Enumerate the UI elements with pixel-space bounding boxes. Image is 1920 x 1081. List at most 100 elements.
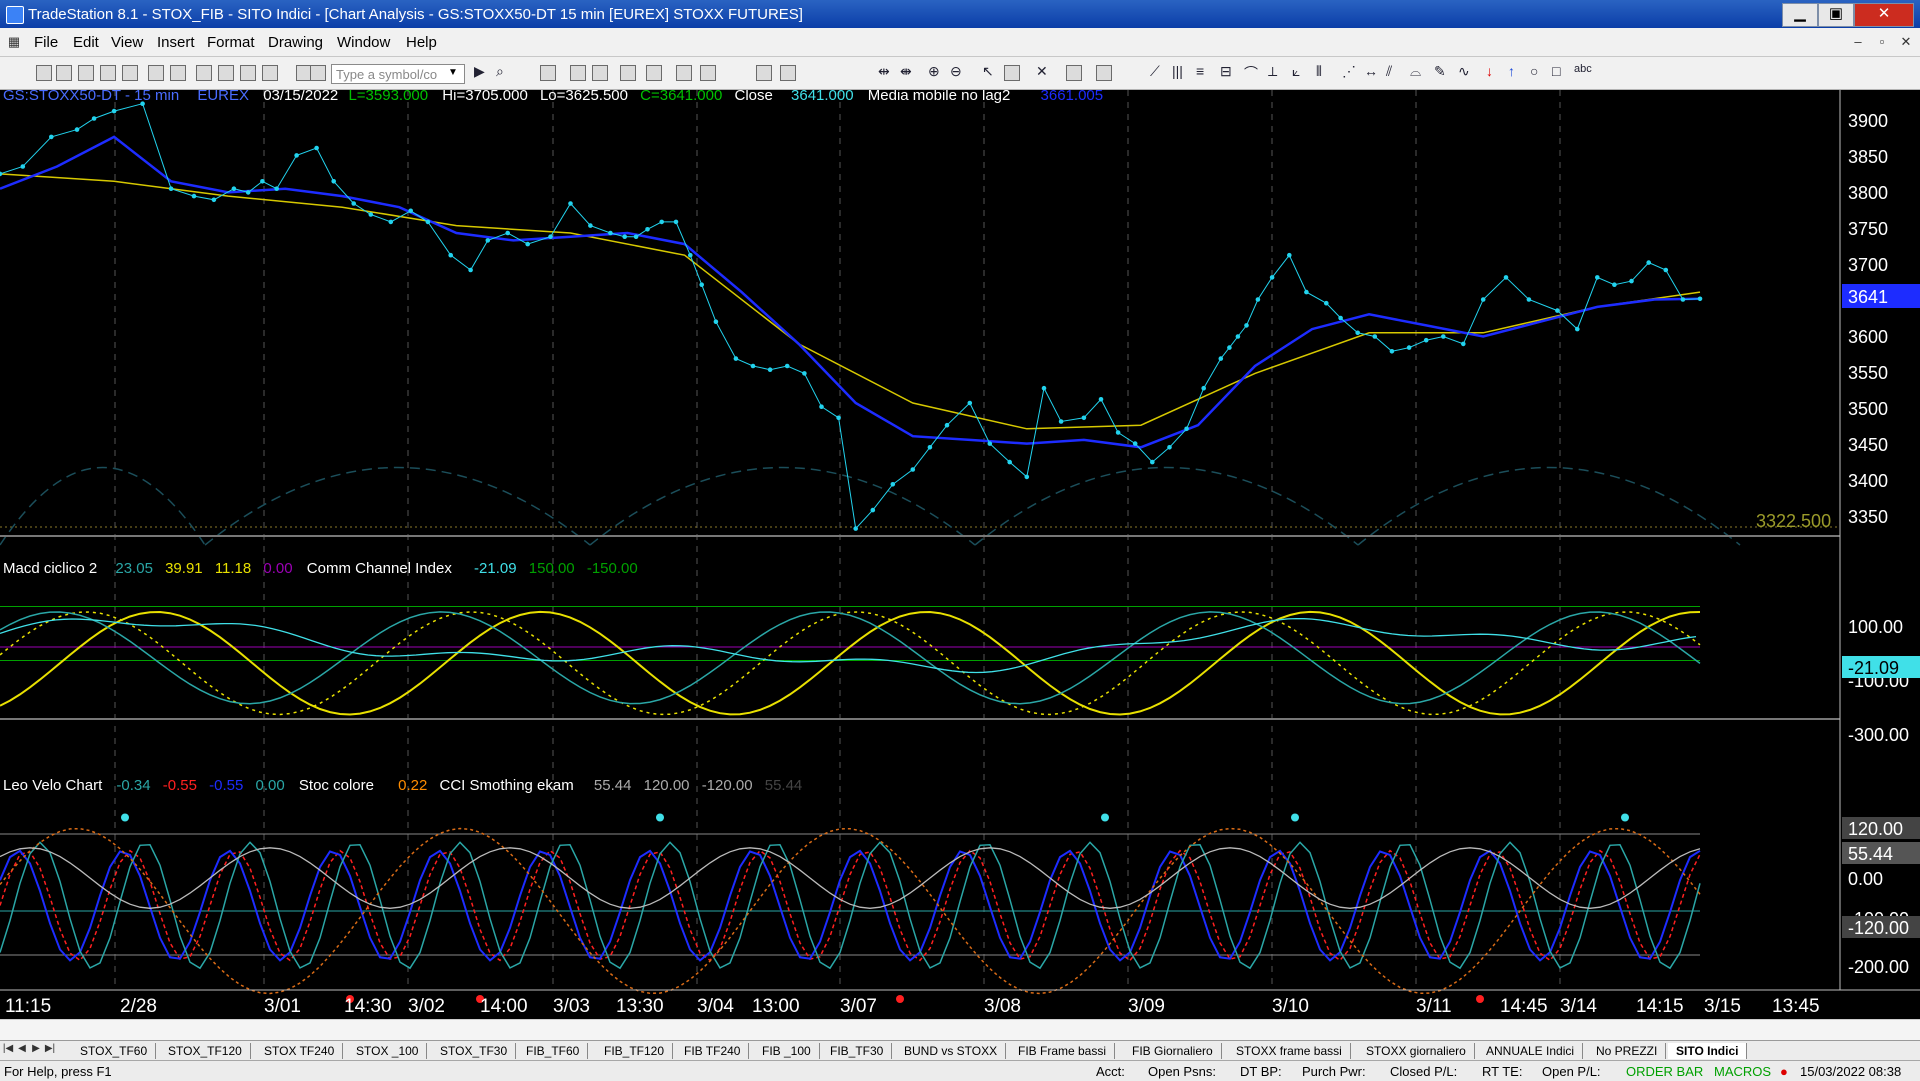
close-button[interactable]: ✕	[1854, 3, 1914, 27]
insert-indicator-icon[interactable]	[620, 65, 636, 81]
horizontal-scrollbar[interactable]	[0, 1019, 1920, 1040]
tab-stox-100[interactable]: STOX _100	[348, 1043, 428, 1059]
tab-fib-giornaliero[interactable]: FIB Giornaliero	[1124, 1043, 1222, 1059]
menu-format[interactable]: Format	[207, 34, 255, 51]
pointer-icon[interactable]: ↖	[982, 63, 994, 80]
compress-bars-icon[interactable]: ⇼	[900, 63, 912, 80]
grid-icon-1[interactable]	[540, 65, 556, 81]
crosshair-icon[interactable]	[1004, 65, 1020, 81]
lookup-icon[interactable]: ⌕	[496, 63, 504, 80]
tab-first-icon[interactable]: |◀	[2, 1043, 14, 1057]
vertical-lines-icon[interactable]: |||	[1172, 63, 1183, 79]
tab-fib-frame-bassi[interactable]: FIB Frame bassi	[1010, 1043, 1116, 1059]
bars-icon[interactable]	[756, 65, 772, 81]
up-arrow-icon[interactable]: ↑	[1508, 63, 1515, 79]
link-icon[interactable]	[262, 65, 278, 81]
mdi-minimize-icon[interactable]: –	[1848, 32, 1868, 52]
tab-stoxx-giornaliero[interactable]: STOXX giornaliero	[1358, 1043, 1475, 1059]
menu-file[interactable]: File	[34, 34, 58, 51]
tab-last-icon[interactable]: ▶|	[44, 1043, 56, 1057]
lo-value: Lo=3625.500	[540, 90, 628, 104]
gann-icon[interactable]: ⟂	[1268, 63, 1277, 80]
ellipse-icon[interactable]: ○	[1530, 63, 1538, 79]
tab-sito-indici[interactable]: SITO Indici	[1668, 1043, 1748, 1059]
tab-stox-tf60[interactable]: STOX_TF60	[72, 1043, 157, 1059]
fan-icon[interactable]: ⋰	[1342, 63, 1356, 80]
chart-area[interactable]: GS:STOXX50-DT - 15 min EUREX 03/15/2022 …	[0, 90, 1920, 1018]
minimize-button[interactable]: ▁	[1782, 3, 1818, 27]
copy-icon[interactable]	[196, 65, 212, 81]
tab-stox-tf240[interactable]: STOX TF240	[256, 1043, 344, 1059]
folder-icon[interactable]	[100, 65, 116, 81]
tab-stox-tf30[interactable]: STOX_TF30	[432, 1043, 517, 1059]
tab-fib-tf120[interactable]: FIB_TF120	[596, 1043, 674, 1059]
space-bars-icon[interactable]: ⇹	[878, 63, 890, 80]
menu-help[interactable]: Help	[406, 34, 437, 51]
down-arrow-icon[interactable]: ↓	[1486, 63, 1493, 79]
menu-window[interactable]: Window	[337, 34, 390, 51]
print-icon[interactable]	[148, 65, 164, 81]
zoom-in-icon[interactable]: ⊕	[928, 63, 940, 80]
tab-no-prezzi[interactable]: No PREZZI	[1588, 1043, 1667, 1059]
close-plot-value: 3641.000	[791, 90, 854, 104]
menu-insert[interactable]: Insert	[157, 34, 195, 51]
price-point	[1338, 315, 1343, 321]
props-icon[interactable]	[1066, 65, 1082, 81]
parallel-icon[interactable]: ⫽	[1386, 63, 1392, 80]
maximize-button[interactable]: ▣	[1818, 3, 1854, 27]
tab-fib-tf30[interactable]: FIB_TF30	[822, 1043, 893, 1059]
arrow-both-icon[interactable]: ↔	[1364, 63, 1378, 79]
time-tick: 13:45	[1772, 996, 1820, 1017]
mdi-restore-icon[interactable]: ▫	[1872, 32, 1892, 52]
channel-icon[interactable]: ⊟	[1220, 63, 1232, 80]
grid-icon-2[interactable]	[570, 65, 586, 81]
trendline-icon[interactable]: ⟋	[1150, 63, 1160, 80]
window-icon[interactable]	[676, 65, 692, 81]
velo-tick: 55.44	[1848, 844, 1893, 864]
macd-axis[interactable]: 100.00 -100.00 -300.00	[1848, 617, 1909, 745]
arc-icon[interactable]: ⌓	[1410, 63, 1421, 80]
tab-bund-vs-stoxx[interactable]: BUND vs STOXX	[896, 1043, 1007, 1059]
tab-annuale-indici[interactable]: ANNUALE Indici	[1478, 1043, 1584, 1059]
rectangle-icon[interactable]: □	[1552, 63, 1560, 79]
symbol-dropdown-icon[interactable]: ▼	[448, 67, 458, 78]
fib-icon[interactable]: ⌒	[1244, 63, 1258, 83]
print-preview-icon[interactable]	[170, 65, 186, 81]
andrews-icon[interactable]: ⫴	[1316, 63, 1322, 80]
menu-view[interactable]: View	[111, 34, 143, 51]
order-bar-button[interactable]: ORDER BAR	[1626, 1064, 1703, 1079]
tools-icon[interactable]: ✕	[1036, 63, 1048, 80]
speed-lines-icon[interactable]: ⟀	[1292, 63, 1300, 80]
wave-icon[interactable]: ∿	[1458, 63, 1470, 80]
new-icon[interactable]	[36, 65, 52, 81]
tab-fib-tf240[interactable]: FIB TF240	[676, 1043, 750, 1059]
tab-fib-100[interactable]: FIB _100	[754, 1043, 820, 1059]
workspace-icon[interactable]	[78, 65, 94, 81]
radar-icon[interactable]	[780, 65, 796, 81]
tile-icon[interactable]	[700, 65, 716, 81]
paste-icon[interactable]	[218, 65, 234, 81]
pencil-icon[interactable]: ✎	[1434, 63, 1446, 80]
text-tool-icon[interactable]: abc	[1574, 63, 1592, 75]
zoom-out-icon[interactable]: ⊖	[950, 63, 962, 80]
open-icon[interactable]	[56, 65, 72, 81]
tab-stox-tf120[interactable]: STOX_TF120	[160, 1043, 251, 1059]
go-arrow-icon[interactable]: ▶	[474, 63, 485, 80]
hide-icon[interactable]	[1096, 65, 1112, 81]
tab-next-icon[interactable]: ▶	[30, 1043, 42, 1057]
strategy-icon[interactable]	[646, 65, 662, 81]
price-point	[351, 201, 357, 206]
format-icon[interactable]	[310, 65, 326, 81]
tab-fib-tf60[interactable]: FIB_TF60	[518, 1043, 589, 1059]
macros-button[interactable]: MACROS	[1714, 1064, 1771, 1079]
tab-stoxx-frame-bassi[interactable]: STOXX frame bassi	[1228, 1043, 1351, 1059]
horizontal-line-icon[interactable]: ≡	[1196, 63, 1204, 79]
tab-prev-icon[interactable]: ◀	[16, 1043, 28, 1057]
mdi-close-icon[interactable]: ✕	[1896, 32, 1916, 52]
menu-edit[interactable]: Edit	[73, 34, 99, 51]
save-icon[interactable]	[122, 65, 138, 81]
symbol-input[interactable]: Type a symbol/co	[331, 64, 465, 84]
grid-icon-3[interactable]	[592, 65, 608, 81]
menu-drawing[interactable]: Drawing	[268, 34, 323, 51]
lock-icon[interactable]	[240, 65, 256, 81]
